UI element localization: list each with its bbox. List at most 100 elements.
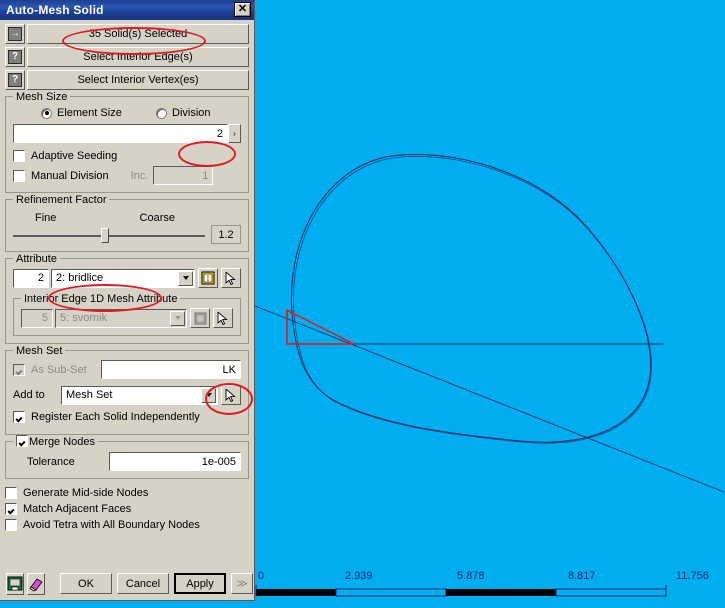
attribute-combo-value: 2: bridlice — [56, 272, 104, 284]
question-glyph-vertices: ? — [8, 73, 22, 87]
dialog-footer: OK Cancel Apply ≫ — [0, 567, 254, 600]
fine-label: Fine — [35, 212, 57, 224]
merge-nodes-group: Merge Nodes Tolerance 1e-005 — [5, 435, 249, 479]
inc-input: 1 — [153, 166, 214, 185]
question-mark-icon-edges[interactable]: ? — [5, 47, 25, 67]
chevron-down-icon-interior — [170, 310, 185, 326]
refinement-factor-group: Refinement Factor Fine Coarse 1.2 — [5, 194, 249, 252]
chevron-down-icon-attribute[interactable] — [178, 270, 193, 286]
eraser-glyph — [29, 577, 43, 591]
generate-midside-nodes-row[interactable]: Generate Mid-side Nodes — [5, 487, 249, 499]
mesh-size-group: Mesh Size Element Size Division 2 › Adap… — [5, 91, 249, 193]
add-to-pick-button[interactable] — [221, 385, 241, 405]
register-each-solid-checkbox[interactable] — [13, 411, 25, 423]
extra-options: Generate Mid-side Nodes Match Adjacent F… — [5, 487, 249, 531]
generate-midside-nodes-checkbox[interactable] — [5, 487, 17, 499]
select-interior-vertices-row: ? Select Interior Vertex(es) — [5, 70, 249, 90]
attribute-edit-button[interactable]: I — [198, 268, 218, 288]
tolerance-label: Tolerance — [27, 455, 75, 468]
avoid-tetra-checkbox[interactable] — [5, 519, 17, 531]
mesh-size-legend: Mesh Size — [13, 91, 71, 103]
radio-division[interactable]: Division — [156, 107, 211, 119]
adaptive-seeding-row[interactable]: Adaptive Seeding — [13, 150, 241, 162]
cursor-arrow-icon-interior — [217, 311, 228, 325]
radio-dot-division — [156, 107, 167, 119]
ruler-tick-8817: 8.817 — [568, 570, 596, 582]
subset-name-input[interactable]: LK — [100, 360, 241, 379]
question-mark-icon-vertices[interactable]: ? — [5, 70, 25, 90]
cursor-arrow-icon-addto — [225, 388, 236, 402]
attribute-combo[interactable]: 2: bridlice — [51, 268, 195, 288]
attribute-table-icon-interior — [194, 312, 206, 324]
coarse-label: Coarse — [139, 212, 175, 224]
dialog-title: Auto-Mesh Solid — [6, 3, 104, 17]
radio-element-size[interactable]: Element Size — [13, 107, 156, 119]
adaptive-seeding-label: Adaptive Seeding — [31, 150, 118, 162]
more-options-button: ≫ — [231, 573, 253, 594]
select-interior-edges-row: ? Select Interior Edge(s) — [5, 47, 249, 67]
interior-attribute-combo: 5: svornik — [55, 308, 187, 328]
add-to-combo[interactable]: Mesh Set — [61, 385, 218, 405]
refinement-value: 1.2 — [211, 225, 241, 244]
chevron-down-icon-addto[interactable] — [201, 387, 216, 403]
refinement-factor-legend: Refinement Factor — [13, 194, 110, 206]
arrow-right-icon[interactable]: → — [5, 24, 25, 44]
attribute-legend: Attribute — [13, 253, 60, 265]
register-each-solid-row[interactable]: Register Each Solid Independently — [13, 411, 241, 423]
select-solids-row: → 35 Solid(s) Selected — [5, 24, 249, 44]
element-size-input[interactable]: 2 — [13, 124, 228, 143]
svg-text:I: I — [207, 274, 210, 283]
select-interior-edges-button[interactable]: Select Interior Edge(s) — [27, 47, 249, 67]
refinement-slider[interactable] — [13, 228, 205, 244]
save-icon[interactable] — [6, 572, 24, 595]
attribute-table-icon: I — [201, 271, 215, 285]
attribute-group: Attribute 2 2: bridlice I Interior Edge … — [5, 253, 249, 344]
question-glyph-edges: ? — [8, 50, 22, 64]
interior-attribute-edit-button — [190, 308, 210, 328]
apply-button[interactable]: Apply — [174, 573, 226, 594]
as-subset-label: As Sub-Set — [31, 363, 87, 376]
scale-bar — [255, 585, 667, 597]
slider-thumb[interactable] — [101, 228, 110, 243]
match-adjacent-faces-label: Match Adjacent Faces — [23, 503, 132, 515]
merge-nodes-checkbox[interactable] — [16, 435, 28, 447]
interior-attribute-id-input: 5 — [21, 308, 53, 328]
generate-midside-nodes-label: Generate Mid-side Nodes — [23, 487, 149, 499]
cancel-button[interactable]: Cancel — [117, 573, 169, 594]
ruler-tick-0: 0 — [258, 570, 265, 582]
tolerance-input[interactable]: 1e-005 — [109, 452, 241, 471]
avoid-tetra-label: Avoid Tetra with All Boundary Nodes — [23, 519, 200, 531]
attribute-id-input[interactable]: 2 — [13, 268, 49, 288]
add-to-label: Add to — [13, 389, 45, 401]
mesh-set-group: Mesh Set As Sub-Set LK Add to Mesh Set R… — [5, 345, 249, 435]
radio-label-division: Division — [172, 107, 211, 119]
avoid-tetra-row[interactable]: Avoid Tetra with All Boundary Nodes — [5, 519, 249, 531]
inc-label: Inc. — [130, 169, 149, 182]
element-size-spinner[interactable]: › — [228, 124, 241, 143]
save-glyph — [7, 576, 23, 590]
select-interior-vertices-button[interactable]: Select Interior Vertex(es) — [27, 70, 249, 90]
ruler-tick-2939: 2.939 — [345, 570, 373, 582]
auto-mesh-solid-dialog: Auto-Mesh Solid ✕ → 35 Solid(s) Selected… — [0, 0, 255, 601]
manual-division-checkbox[interactable] — [13, 169, 25, 182]
manual-division-label: Manual Division — [31, 169, 109, 182]
cursor-arrow-icon-attribute — [225, 271, 236, 285]
interior-attribute-combo-value: 5: svornik — [60, 312, 108, 324]
attribute-pick-button[interactable] — [221, 268, 241, 288]
mesh-set-legend: Mesh Set — [13, 345, 66, 357]
mesh-size-mode-radios: Element Size Division — [13, 107, 241, 119]
ruler-tick-11756: 11.756 — [676, 570, 709, 582]
close-icon[interactable]: ✕ — [234, 2, 251, 17]
solids-selected-button[interactable]: 35 Solid(s) Selected — [27, 24, 249, 44]
ok-button[interactable]: OK — [60, 573, 112, 594]
dialog-titlebar[interactable]: Auto-Mesh Solid ✕ — [0, 0, 254, 20]
adaptive-seeding-checkbox[interactable] — [13, 150, 25, 162]
eraser-icon[interactable] — [27, 572, 45, 595]
interior-edge-attribute-group: Interior Edge 1D Mesh Attribute 5 5: svo… — [13, 293, 241, 336]
match-adjacent-faces-row[interactable]: Match Adjacent Faces — [5, 503, 249, 515]
dialog-body: → 35 Solid(s) Selected ? Select Interior… — [0, 20, 254, 531]
ruler-tick-5878: 5.878 — [457, 570, 485, 582]
match-adjacent-faces-checkbox[interactable] — [5, 503, 17, 515]
interior-edge-attribute-legend: Interior Edge 1D Mesh Attribute — [21, 293, 181, 305]
radio-dot-element-size — [41, 107, 52, 119]
